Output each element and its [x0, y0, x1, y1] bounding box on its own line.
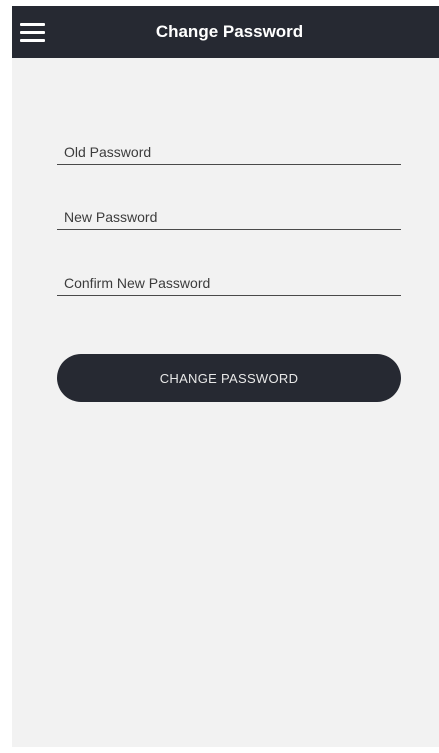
new-password-input[interactable]	[64, 209, 394, 225]
old-password-field	[57, 134, 401, 165]
confirm-password-input[interactable]	[64, 275, 394, 291]
new-password-field	[57, 199, 401, 230]
app-screen: Change Password CHANGE PASSWORD	[12, 6, 439, 747]
app-header: Change Password	[12, 6, 439, 58]
confirm-password-field	[57, 265, 401, 296]
old-password-input[interactable]	[64, 144, 394, 160]
change-password-button[interactable]: CHANGE PASSWORD	[57, 354, 401, 402]
page-title: Change Password	[155, 22, 304, 41]
